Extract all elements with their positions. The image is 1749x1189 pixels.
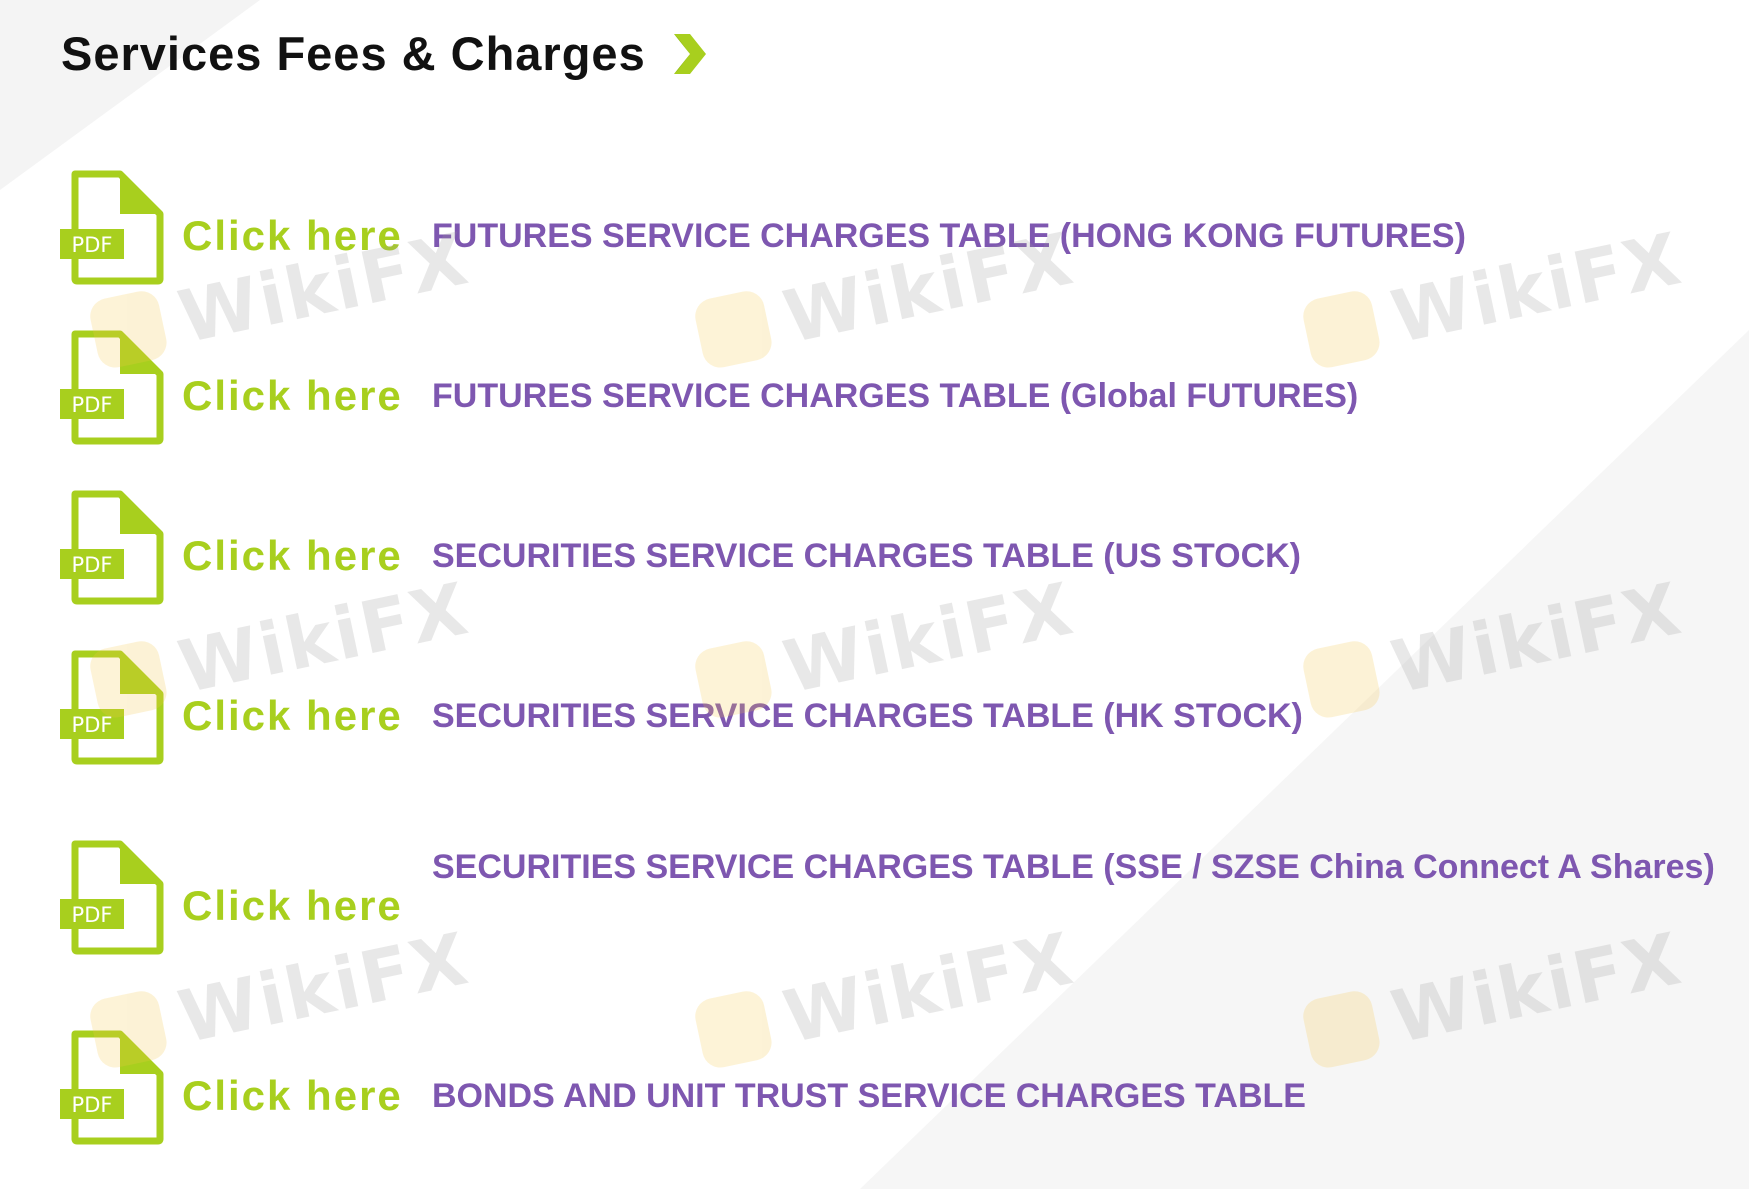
doc-link-china-connect[interactable]: SECURITIES SERVICE CHARGES TABLE (SSE / … — [432, 837, 1732, 897]
click-here-link[interactable]: Click here — [182, 692, 403, 740]
doc-link-us-stock[interactable]: SECURITIES SERVICE CHARGES TABLE (US STO… — [432, 537, 1301, 576]
doc-link-hk-futures[interactable]: FUTURES SERVICE CHARGES TABLE (HONG KONG… — [432, 217, 1466, 256]
pdf-badge-label: PDF — [72, 233, 113, 257]
pdf-file-icon[interactable]: PDF — [60, 1030, 164, 1145]
list-item: PDF Click here FUTURES SERVICE CHARGES T… — [60, 330, 1680, 445]
list-item: PDF Click here FUTURES SERVICE CHARGES T… — [60, 170, 1680, 285]
pdf-badge-label: PDF — [72, 713, 113, 737]
click-here-link[interactable]: Click here — [182, 372, 403, 420]
page-title: Services Fees & Charges — [61, 26, 708, 81]
list-item: PDF Click here SECURITIES SERVICE CHARGE… — [60, 490, 1680, 605]
click-here-link[interactable]: Click here — [182, 882, 403, 930]
pdf-file-icon[interactable]: PDF — [60, 840, 164, 955]
pdf-file-icon[interactable]: PDF — [60, 490, 164, 605]
page-title-text: Services Fees & Charges — [61, 27, 646, 80]
click-here-link[interactable]: Click here — [182, 1072, 403, 1120]
click-here-link[interactable]: Click here — [182, 212, 403, 260]
doc-link-global-futures[interactable]: FUTURES SERVICE CHARGES TABLE (Global FU… — [432, 377, 1358, 416]
pdf-file-icon[interactable]: PDF — [60, 330, 164, 445]
pdf-badge-label: PDF — [72, 393, 113, 417]
list-item: PDF Click here SECURITIES SERVICE CHARGE… — [60, 650, 1680, 765]
pdf-file-icon[interactable]: PDF — [60, 170, 164, 285]
click-here-link[interactable]: Click here — [182, 532, 403, 580]
doc-link-bonds-unit-trust[interactable]: BONDS AND UNIT TRUST SERVICE CHARGES TAB… — [432, 1077, 1306, 1116]
pdf-badge-label: PDF — [72, 1093, 113, 1117]
pdf-file-icon[interactable]: PDF — [60, 650, 164, 765]
list-item: PDF Click here BONDS AND UNIT TRUST SERV… — [60, 1030, 1680, 1145]
list-item: PDF Click here SECURITIES SERVICE CHARGE… — [60, 840, 1715, 980]
pdf-badge-label: PDF — [72, 553, 113, 577]
pdf-badge-label: PDF — [72, 903, 113, 927]
doc-link-hk-stock[interactable]: SECURITIES SERVICE CHARGES TABLE (HK STO… — [432, 697, 1303, 736]
chevron-right-icon — [673, 33, 706, 74]
